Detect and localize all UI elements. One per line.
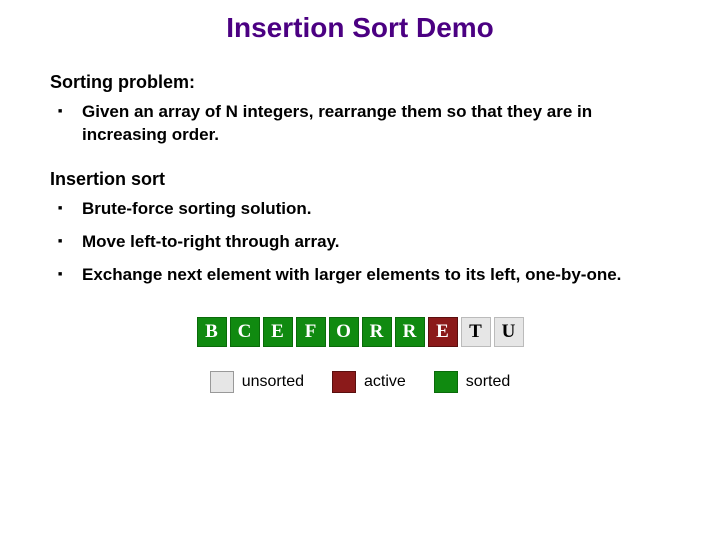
bullet-list-problem: Given an array of N integers, rearrange … — [50, 101, 680, 147]
section-insertion-sort: Insertion sort Brute-force sorting solut… — [50, 169, 680, 287]
bullet-item: Given an array of N integers, rearrange … — [78, 101, 680, 147]
legend-label: sorted — [466, 373, 510, 391]
array-cell: R — [395, 317, 425, 347]
section-heading-insertion: Insertion sort — [50, 169, 680, 190]
section-sorting-problem: Sorting problem: Given an array of N int… — [50, 72, 680, 147]
legend-swatch-active — [332, 371, 356, 393]
section-heading-problem: Sorting problem: — [50, 72, 680, 93]
array-cell: T — [461, 317, 491, 347]
array-cell: U — [494, 317, 524, 347]
legend-label: active — [364, 373, 406, 391]
bullet-item: Brute-force sorting solution. — [78, 198, 680, 221]
array-cell: F — [296, 317, 326, 347]
legend-item-unsorted: unsorted — [210, 371, 304, 393]
legend-item-active: active — [332, 371, 406, 393]
bullet-item: Move left-to-right through array. — [78, 231, 680, 254]
bullet-item: Exchange next element with larger elemen… — [78, 264, 680, 287]
array-cell: B — [197, 317, 227, 347]
legend-swatch-unsorted — [210, 371, 234, 393]
legend-label: unsorted — [242, 373, 304, 391]
array-cell: C — [230, 317, 260, 347]
legend-swatch-sorted — [434, 371, 458, 393]
slide-title: Insertion Sort Demo — [0, 0, 720, 50]
legend-item-sorted: sorted — [434, 371, 510, 393]
array-cell: R — [362, 317, 392, 347]
array-cell: O — [329, 317, 359, 347]
array-cell: E — [263, 317, 293, 347]
slide: Insertion Sort Demo Sorting problem: Giv… — [0, 0, 720, 540]
bullet-list-insertion: Brute-force sorting solution. Move left-… — [50, 198, 680, 287]
legend: unsorted active sorted — [0, 371, 720, 393]
array-cell: E — [428, 317, 458, 347]
array-visualization: B C E F O R R E T U — [0, 317, 720, 347]
